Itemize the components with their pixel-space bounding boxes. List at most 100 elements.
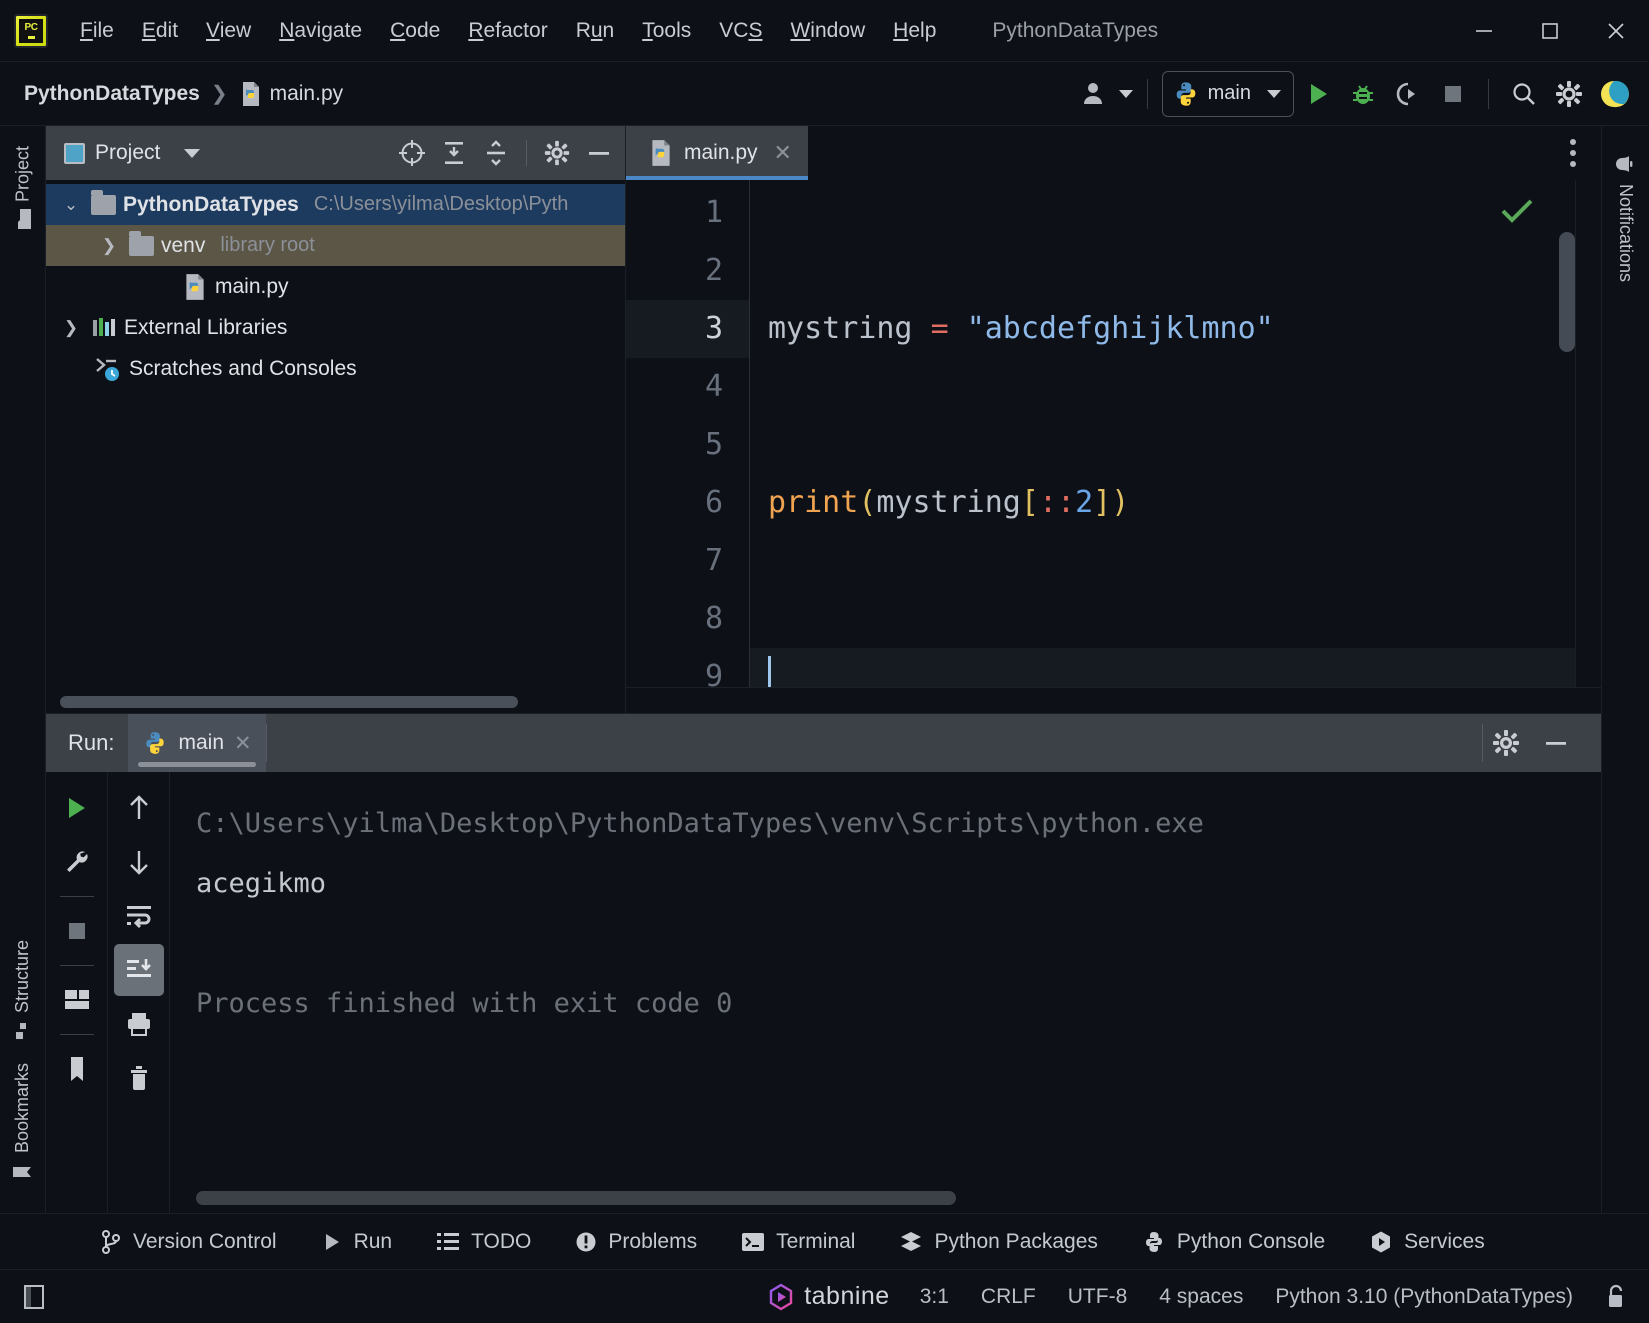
breadcrumb-project[interactable]: PythonDataTypes: [24, 82, 200, 106]
run-tab-main[interactable]: main ✕: [128, 714, 266, 772]
project-tree[interactable]: ⌄ PythonDataTypes C:\Users\yilma\Desktop…: [46, 180, 625, 691]
tab-mainpy[interactable]: main.py ✕: [626, 126, 808, 180]
center-area: Project ⌄ PythonDataTypes C:\Users\yilma…: [46, 126, 1601, 1213]
menu-refactor[interactable]: Refactor: [454, 15, 561, 47]
gear-icon[interactable]: [1548, 73, 1590, 115]
tree-node-label: venv: [161, 233, 206, 257]
menu-navigate[interactable]: Navigate: [265, 15, 376, 47]
locate-icon[interactable]: [392, 132, 432, 174]
hide-icon[interactable]: [1533, 720, 1579, 766]
tool-todo[interactable]: TODO: [414, 1223, 553, 1261]
tool-python-console[interactable]: Python Console: [1120, 1223, 1347, 1261]
stop-icon[interactable]: [52, 905, 102, 957]
wrench-icon[interactable]: [52, 836, 102, 888]
code-token: mystring: [876, 485, 1021, 520]
editor-horizontal-scrollbar[interactable]: [626, 687, 1601, 713]
menu-run[interactable]: Run: [562, 15, 629, 47]
run-icon[interactable]: [1297, 73, 1339, 115]
tool-version-control[interactable]: Version Control: [78, 1223, 299, 1261]
project-panel-title-label: Project: [95, 141, 161, 164]
account-icon[interactable]: [1074, 73, 1116, 115]
trash-icon[interactable]: [114, 1052, 164, 1104]
menu-tools[interactable]: Tools: [628, 15, 705, 47]
inspection-status-icon[interactable]: [1499, 196, 1535, 226]
editor-vertical-scrollbar[interactable]: [1559, 232, 1575, 352]
sidebar-item-notifications[interactable]: Notifications: [1611, 140, 1641, 294]
run-icon: [325, 1233, 339, 1250]
print-icon[interactable]: [114, 998, 164, 1050]
tool-python-packages[interactable]: Python Packages: [877, 1223, 1119, 1261]
close-icon[interactable]: ✕: [774, 140, 792, 166]
console-horizontal-scrollbar[interactable]: [196, 1191, 956, 1205]
run-config-caret-icon[interactable]: [1267, 89, 1281, 98]
tool-terminal[interactable]: Terminal: [719, 1223, 877, 1261]
soft-wrap-icon[interactable]: [114, 890, 164, 942]
minimize-button[interactable]: [1451, 0, 1517, 62]
tool-problems[interactable]: Problems: [553, 1223, 719, 1261]
up-arrow-icon[interactable]: [114, 782, 164, 834]
run-panel-header-tools: [1483, 714, 1601, 772]
code-text[interactable]: mystring = "abcdefghijklmno" print(mystr…: [750, 180, 1601, 687]
tree-node-mainpy[interactable]: main.py: [46, 266, 625, 307]
rerun-icon[interactable]: [52, 782, 102, 834]
menu-vcs[interactable]: VCS: [705, 15, 776, 47]
close-button[interactable]: [1583, 0, 1649, 62]
project-view-chevron-down-icon[interactable]: [184, 148, 201, 158]
sidebar-item-structure[interactable]: Structure: [9, 928, 36, 1051]
scroll-to-end-icon[interactable]: [113, 944, 164, 996]
bookmark-icon[interactable]: [52, 1043, 102, 1095]
layout-icon[interactable]: [16, 1279, 64, 1315]
tool-run[interactable]: Run: [299, 1223, 415, 1261]
sidebar-item-bookmarks[interactable]: Bookmarks: [9, 1051, 36, 1195]
line-separator[interactable]: CRLF: [965, 1281, 1052, 1313]
tree-node-external-libraries[interactable]: ❯ External Libraries: [46, 307, 625, 348]
updates-icon[interactable]: [1593, 73, 1635, 115]
gear-icon[interactable]: [1483, 720, 1529, 766]
debug-icon[interactable]: [1342, 73, 1384, 115]
python-interpreter[interactable]: Python 3.10 (PythonDataTypes): [1259, 1281, 1589, 1313]
menu-file[interactable]: File: [66, 15, 128, 47]
file-encoding[interactable]: UTF-8: [1052, 1281, 1144, 1313]
stop-icon[interactable]: [1432, 73, 1474, 115]
chevron-right-icon[interactable]: ❯: [58, 318, 84, 338]
python-icon: [1145, 1231, 1162, 1252]
unlocked-icon[interactable]: [1589, 1280, 1633, 1314]
tree-node-pythondatatypes[interactable]: ⌄ PythonDataTypes C:\Users\yilma\Desktop…: [46, 184, 625, 225]
tree-node-venv[interactable]: ❯ venv library root: [46, 225, 625, 266]
collapse-all-icon[interactable]: [476, 132, 516, 174]
more-options-icon[interactable]: [1545, 126, 1601, 180]
tabnine-status[interactable]: tabnine: [753, 1278, 904, 1315]
tool-services[interactable]: Services: [1347, 1223, 1507, 1261]
down-arrow-icon[interactable]: [114, 836, 164, 888]
account-dropdown-caret-icon[interactable]: [1118, 89, 1133, 98]
sidebar-item-project[interactable]: Project: [9, 134, 37, 240]
menu-edit[interactable]: Edit: [128, 15, 192, 47]
breadcrumb-file[interactable]: main.py: [239, 81, 343, 107]
menu-window[interactable]: Window: [776, 15, 879, 47]
code-token: (: [858, 485, 877, 520]
menu-view[interactable]: View: [192, 15, 265, 47]
layout-icon[interactable]: [52, 974, 102, 1026]
hide-icon[interactable]: [579, 132, 619, 174]
chevron-right-icon[interactable]: ❯: [96, 236, 122, 256]
maximize-button[interactable]: [1517, 0, 1583, 62]
menu-help[interactable]: Help: [879, 15, 950, 47]
tree-node-scratches-and-consoles[interactable]: Scratches and Consoles: [46, 348, 625, 389]
caret-position[interactable]: 3:1: [904, 1281, 965, 1313]
run-console-output[interactable]: C:\Users\yilma\Desktop\PythonDataTypes\v…: [170, 772, 1601, 1213]
run-panel-body: C:\Users\yilma\Desktop\PythonDataTypes\v…: [46, 772, 1601, 1213]
chevron-down-icon[interactable]: ⌄: [58, 195, 84, 215]
close-icon[interactable]: ✕: [234, 731, 252, 756]
project-panel-horizontal-scrollbar[interactable]: [46, 691, 625, 713]
scrollbar-thumb[interactable]: [60, 696, 518, 708]
menu-code[interactable]: Code: [376, 15, 454, 47]
code-editor[interactable]: 1 2 3 4 5 6 7 8 9 mystring = "abcdefghij…: [626, 180, 1601, 694]
project-panel-title[interactable]: Project: [64, 141, 201, 165]
search-icon[interactable]: [1503, 73, 1545, 115]
run-configuration-selector[interactable]: main: [1161, 70, 1294, 117]
expand-all-icon[interactable]: [434, 132, 474, 174]
indent-setting[interactable]: 4 spaces: [1143, 1281, 1259, 1313]
coverage-icon[interactable]: [1387, 73, 1429, 115]
project-tool-window: Project ⌄ PythonDataTypes C:\Users\yilma…: [46, 126, 626, 713]
gear-icon[interactable]: [537, 132, 577, 174]
